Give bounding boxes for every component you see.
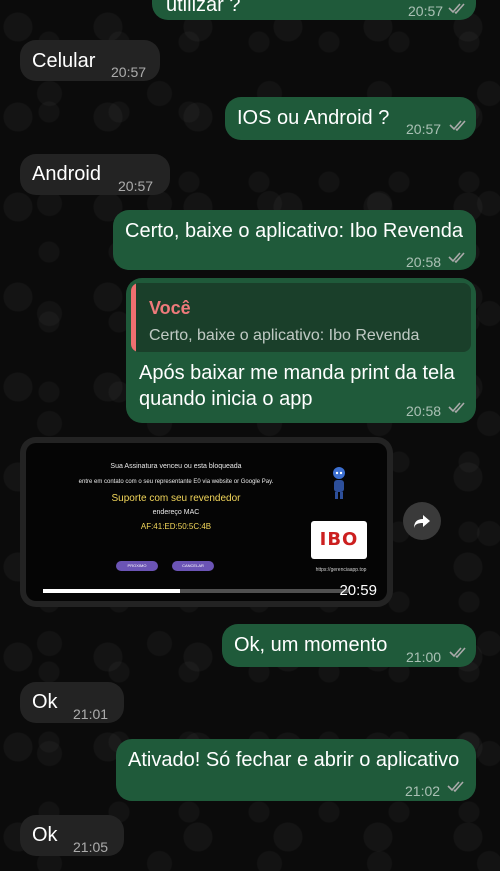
ibo-logo: IBO (311, 521, 367, 559)
message-outgoing[interactable]: utilizar ? 20:57 (152, 0, 476, 20)
video-progress-fill (43, 589, 181, 593)
double-check-icon (449, 118, 469, 132)
message-time: 20:57 (406, 121, 442, 137)
message-incoming-media[interactable]: Sua Assinatura venceu ou esta bloqueada … (20, 437, 393, 607)
message-time: 21:02 (405, 783, 441, 799)
media-text: endereço MAC (152, 509, 200, 516)
media-highlight: Suporte com seu revendedor (111, 493, 241, 504)
message-time: 20:57 (111, 64, 147, 80)
message-incoming[interactable]: Ok 21:01 (20, 682, 124, 723)
message-outgoing[interactable]: Certo, baixe o aplicativo: Ibo Revenda 2… (113, 210, 476, 270)
message-text-line: Após baixar me manda print da tela (139, 362, 455, 384)
media-text: Sua Assinatura venceu ou esta bloqueada (110, 463, 242, 470)
message-text-line: quando inicia o app (139, 388, 313, 410)
message-text: utilizar ? (166, 0, 241, 16)
message-time: 20:58 (406, 403, 442, 419)
robot-icon (333, 467, 345, 499)
quote-text: Certo, baixe o aplicativo: Ibo Revenda (149, 327, 420, 344)
media-text: entre em contato com o seu representante… (78, 479, 274, 485)
message-incoming[interactable]: Celular 20:57 (20, 40, 160, 81)
double-check-icon (448, 250, 468, 264)
media-button: PROXIMO (116, 561, 158, 571)
double-check-icon (447, 779, 467, 793)
message-time: 21:00 (406, 649, 442, 665)
message-time: 20:57 (408, 3, 444, 19)
double-check-icon (448, 1, 468, 15)
media-mac: AF:41:ED:50:5C:4B (140, 522, 212, 531)
message-outgoing[interactable]: Ativado! Só fechar e abrir o aplicativo … (116, 739, 476, 801)
message-outgoing-reply[interactable]: Você Certo, baixe o aplicativo: Ibo Reve… (126, 278, 476, 423)
message-time: 20:58 (406, 254, 442, 270)
forward-arrow-icon[interactable] (403, 502, 441, 540)
message-text: IOS ou Android ? (237, 107, 390, 129)
message-text: Ok (32, 824, 58, 846)
message-time: 20:57 (118, 178, 154, 194)
media-button: CANCELAR (172, 561, 214, 571)
message-incoming[interactable]: Android 20:57 (20, 154, 170, 195)
message-text: Ok (32, 691, 58, 713)
quote-author: Você (149, 298, 191, 318)
double-check-icon (448, 400, 468, 414)
quoted-message[interactable]: Você Certo, baixe o aplicativo: Ibo Reve… (131, 283, 471, 352)
message-text: Android (32, 163, 101, 185)
message-time: 20:59 (339, 582, 377, 599)
message-incoming[interactable]: Ok 21:05 (20, 815, 124, 856)
quote-accent-bar (131, 283, 136, 352)
message-text: Ativado! Só fechar e abrir o aplicativo (128, 749, 460, 771)
double-check-icon (449, 645, 469, 659)
video-progress-bar[interactable] (43, 589, 348, 593)
message-time: 21:05 (73, 839, 109, 855)
message-text: Ok, um momento (234, 634, 388, 656)
message-text: Certo, baixe o aplicativo: Ibo Revenda (125, 220, 463, 242)
media-url: https://gerenciaapp.top (315, 567, 367, 573)
message-text: Celular (32, 50, 96, 72)
video-thumbnail[interactable]: Sua Assinatura venceu ou esta bloqueada … (26, 443, 387, 601)
message-time: 21:01 (73, 706, 109, 722)
message-outgoing[interactable]: Ok, um momento 21:00 (222, 624, 476, 667)
message-outgoing[interactable]: IOS ou Android ? 20:57 (225, 97, 476, 140)
